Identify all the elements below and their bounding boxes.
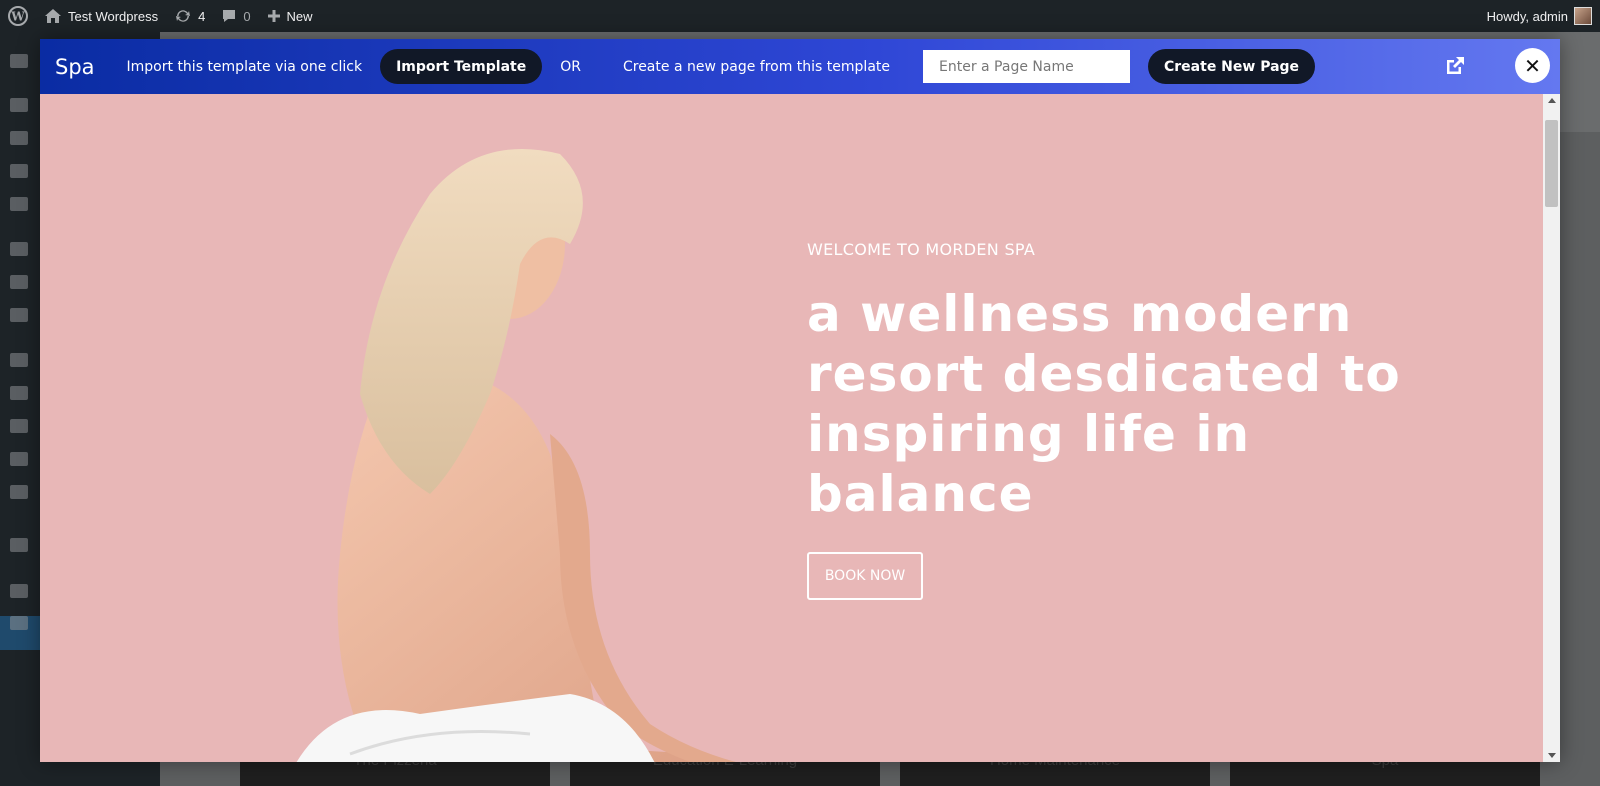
comments-menu-icon[interactable] xyxy=(10,197,28,211)
tools-icon[interactable] xyxy=(10,452,28,466)
template-preview-modal: Spa Import this template via one click I… xyxy=(40,39,1560,762)
create-new-page-button[interactable]: Create New Page xyxy=(1148,49,1316,84)
users-icon[interactable] xyxy=(10,419,28,433)
templates-icon[interactable] xyxy=(10,275,28,289)
account-greeting[interactable]: Howdy, admin xyxy=(1487,9,1568,24)
pages-icon[interactable] xyxy=(10,164,28,178)
external-link-icon[interactable] xyxy=(1444,55,1466,77)
posts-icon[interactable] xyxy=(10,98,28,112)
media-icon[interactable] xyxy=(10,131,28,145)
close-icon: ✕ xyxy=(1524,53,1541,78)
new-label: New xyxy=(286,8,313,24)
envato-icon[interactable] xyxy=(10,308,28,322)
close-button[interactable]: ✕ xyxy=(1515,48,1550,83)
hero-kicker: WELCOME TO MORDEN SPA xyxy=(807,240,1036,259)
site-name: Test Wordpress xyxy=(68,8,159,24)
comments-count: 0 xyxy=(243,8,251,24)
comments-link[interactable]: 0 xyxy=(213,0,258,32)
dashboard-icon[interactable] xyxy=(10,54,28,68)
updates-count: 4 xyxy=(198,8,206,24)
layers-icon[interactable] xyxy=(10,584,28,598)
wp-admin-bar: W Test Wordpress 4 0 New Howdy, admin xyxy=(0,0,1600,32)
template-title: Spa xyxy=(55,54,95,79)
scrollbar-thumb[interactable] xyxy=(1545,120,1558,207)
updates-link[interactable]: 4 xyxy=(166,0,213,32)
collapse-icon[interactable] xyxy=(10,616,28,630)
wordpress-logo-icon[interactable]: W xyxy=(0,0,36,32)
elementor-icon[interactable] xyxy=(10,242,28,256)
import-template-button[interactable]: Import Template xyxy=(380,49,543,84)
settings-icon[interactable] xyxy=(10,538,28,552)
hero-headline: a wellness modern resort desdicated to i… xyxy=(807,285,1401,523)
modal-header: Spa Import this template via one click I… xyxy=(40,39,1560,94)
svg-text:W: W xyxy=(10,10,25,24)
new-content-link[interactable]: New xyxy=(259,0,321,32)
spa-woman-image xyxy=(296,149,736,762)
comment-icon xyxy=(223,10,236,22)
or-separator: OR xyxy=(560,58,581,75)
template-preview: WELCOME TO MORDEN SPA a wellness modern … xyxy=(40,94,1543,762)
site-name-link[interactable]: Test Wordpress xyxy=(36,0,166,32)
page-name-input[interactable] xyxy=(923,50,1130,83)
avatar[interactable] xyxy=(1574,7,1592,25)
plus-icon xyxy=(267,10,280,22)
home-icon xyxy=(45,9,61,23)
plugins-icon[interactable] xyxy=(10,386,28,400)
scroll-up-arrow-icon[interactable] xyxy=(1548,98,1556,103)
book-now-button[interactable]: BOOK NOW xyxy=(807,552,923,600)
scroll-down-arrow-icon[interactable] xyxy=(1548,753,1556,758)
create-page-instruction: Create a new page from this template xyxy=(622,58,890,75)
import-instruction: Import this template via one click xyxy=(126,58,363,75)
wpml-icon[interactable] xyxy=(10,485,28,499)
preview-scrollbar[interactable] xyxy=(1543,94,1560,762)
updates-icon xyxy=(176,10,191,22)
appearance-icon[interactable] xyxy=(10,353,28,367)
